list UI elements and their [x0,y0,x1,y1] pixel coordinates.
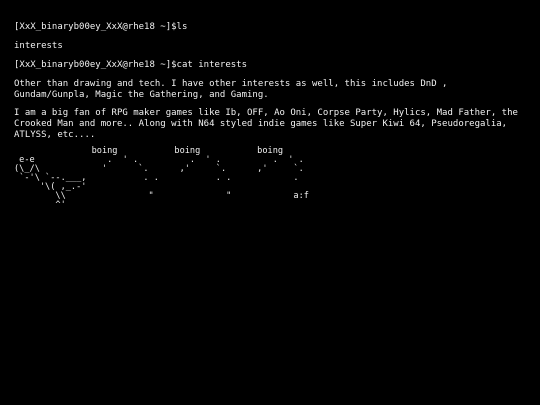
shell-prompt-cat: [XxX_binaryb00ey_XxX@rhe18 ~]$cat intere… [14,60,247,70]
interests-paragraph-1: Other than drawing and tech. I have othe… [14,79,448,100]
interests-paragraph-2: I am a big fan of RPG maker games like I… [14,108,518,140]
shell-prompt-ls: [XxX_binaryb00ey_XxX@rhe18 ~]$ls [14,22,188,32]
ls-output: interests [14,41,63,51]
terminal-window[interactable]: [XxX_binaryb00ey_XxX@rhe18 ~]$ls interes… [0,0,540,405]
ascii-art-bouncing-kiwi: boing boing boing e-e . ' . . ' . . ' . … [14,146,309,210]
